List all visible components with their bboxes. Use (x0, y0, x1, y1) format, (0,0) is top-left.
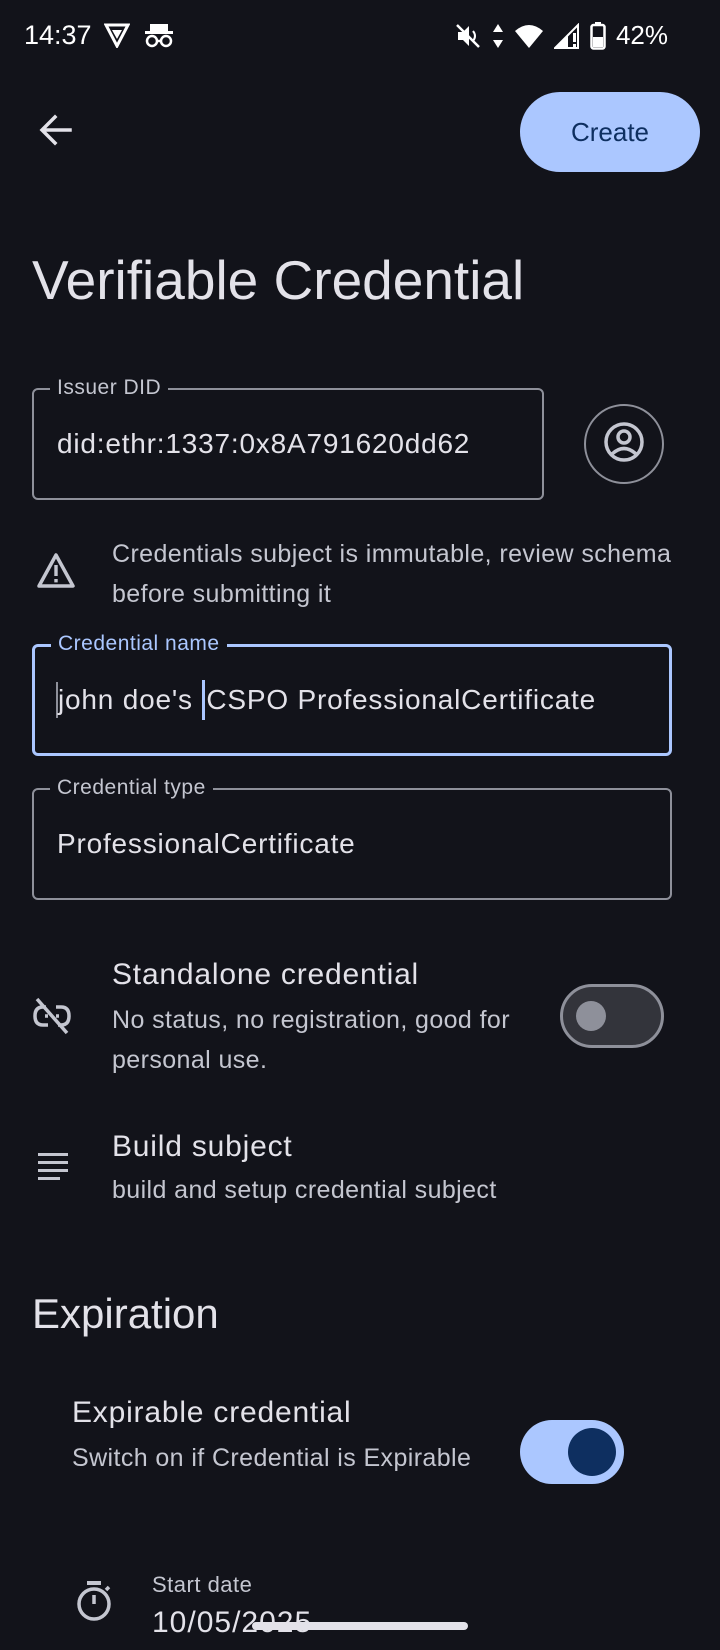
credential-name-text-before: john doe's (58, 684, 202, 715)
text-caret (202, 680, 206, 720)
status-time: 14:37 (24, 20, 92, 50)
toggle-knob (568, 1428, 616, 1476)
timer-icon (74, 1580, 114, 1627)
data-arrows-icon (492, 23, 504, 49)
credential-type-value: ProfessionalCertificate (57, 828, 356, 859)
page-title: Verifiable Credential (32, 249, 525, 311)
expirable-toggle[interactable] (520, 1420, 624, 1484)
expiration-section-title: Expiration (32, 1290, 219, 1337)
credential-name-text-after: CSPO ProfessionalCertificate (206, 684, 597, 715)
expirable-title: Expirable credential (72, 1396, 352, 1429)
select-identity-button[interactable] (584, 404, 664, 484)
home-indicator[interactable] (252, 1622, 468, 1630)
toggle-knob (576, 1001, 606, 1031)
wifi-icon (514, 23, 544, 49)
warning-text: Credentials subject is immutable, review… (112, 540, 672, 608)
account-circle-icon (603, 421, 645, 468)
credential-type-field[interactable]: Credential type ProfessionalCertificate (32, 776, 672, 900)
build-subject-subtitle: build and setup credential subject (112, 1176, 497, 1204)
warning-icon (36, 552, 76, 595)
arrow-back-icon (38, 112, 74, 153)
standalone-credential-row[interactable]: Standalone credential No status, no regi… (112, 958, 532, 1080)
link-off-icon (32, 996, 72, 1041)
notes-icon (32, 1150, 72, 1189)
back-button[interactable] (32, 108, 80, 156)
issuer-did-value: did:ethr:1337:0x8A791620dd62 (57, 428, 471, 459)
expirable-subtitle: Switch on if Credential is Expirable (72, 1444, 472, 1472)
create-button[interactable]: Create (520, 92, 700, 172)
battery-percent: 42% (615, 20, 668, 50)
start-date-label: Start date (152, 1572, 253, 1597)
standalone-subtitle: No status, no registration, good for per… (112, 1006, 510, 1074)
mute-icon (454, 22, 482, 50)
credential-name-value: john doe's CSPO ProfessionalCertificate (55, 647, 649, 753)
battery-icon (590, 21, 606, 50)
cell-signal-icon (553, 22, 580, 49)
incognito-icon (144, 22, 174, 53)
vpn-shield-icon (103, 22, 131, 53)
standalone-toggle[interactable] (560, 984, 664, 1048)
build-subject-title: Build subject (112, 1130, 293, 1163)
build-subject-row[interactable]: Build subject build and setup credential… (112, 1130, 672, 1210)
issuer-did-field[interactable]: Issuer DID did:ethr:1337:0x8A791620dd62 (32, 376, 544, 500)
standalone-title: Standalone credential (112, 958, 420, 991)
expirable-credential-row[interactable]: Expirable credential Switch on if Creden… (72, 1396, 492, 1478)
credential-name-field[interactable]: Credential name john doe's CSPO Professi… (32, 632, 672, 756)
